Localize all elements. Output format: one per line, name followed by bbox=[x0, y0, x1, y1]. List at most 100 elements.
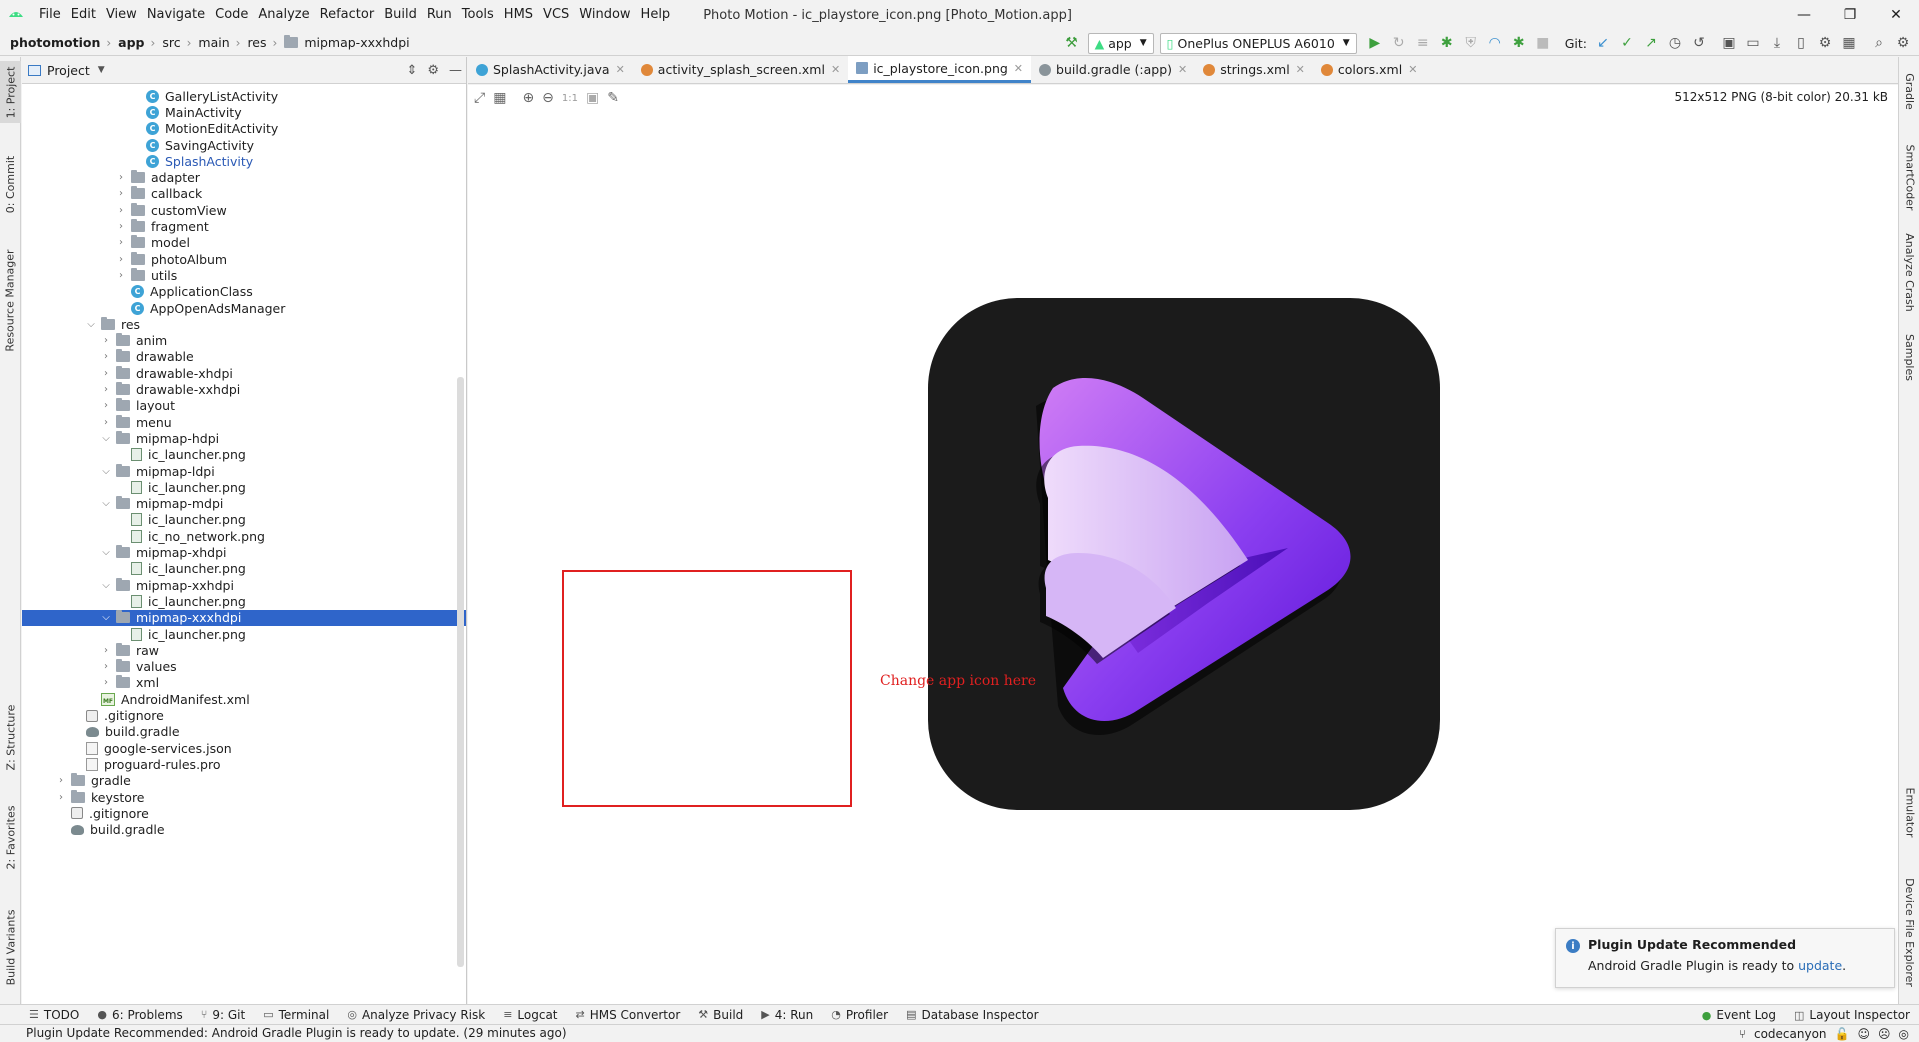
tree-item[interactable]: › menu bbox=[22, 414, 466, 430]
menu-file[interactable]: File bbox=[34, 0, 66, 30]
settings-icon[interactable]: ⚙ bbox=[427, 63, 439, 78]
tree-item[interactable]: ⌵ mipmap-hdpi bbox=[22, 428, 466, 448]
git-commit-icon[interactable]: ✓ bbox=[1615, 31, 1639, 55]
tree-item[interactable]: C ApplicationClass bbox=[22, 284, 466, 300]
tool-tab-resource-manager[interactable]: Resource Manager bbox=[0, 245, 21, 355]
breadcrumb-item[interactable]: main bbox=[194, 35, 232, 50]
editor-tab[interactable]: SplashActivity.java ✕ bbox=[468, 56, 633, 83]
sdk-manager-icon[interactable]: ⤓ bbox=[1765, 31, 1789, 55]
project-scrollbar[interactable] bbox=[457, 377, 464, 967]
menu-analyze[interactable]: Analyze bbox=[253, 0, 314, 30]
tool-tab-analyze-crash[interactable]: Analyze Crash bbox=[1899, 227, 1919, 317]
chevron-down-icon[interactable]: ⌵ bbox=[100, 494, 112, 514]
tool-window-button[interactable]: ≡ Logcat bbox=[494, 1008, 566, 1022]
tree-item[interactable]: ic_launcher.png bbox=[22, 626, 466, 642]
tree-item[interactable]: C SavingActivity bbox=[22, 137, 466, 153]
status-message[interactable]: Plugin Update Recommended: Android Gradl… bbox=[26, 1026, 567, 1040]
breadcrumb-item[interactable]: photomotion bbox=[6, 35, 103, 50]
tree-item[interactable]: C SplashActivity bbox=[22, 153, 466, 169]
tool-window-button[interactable]: ⑂ 9: Git bbox=[192, 1008, 254, 1022]
search-icon[interactable]: ⌕ bbox=[1867, 31, 1891, 55]
close-tab-icon[interactable]: ✕ bbox=[1408, 63, 1417, 76]
tree-item[interactable]: build.gradle bbox=[22, 724, 466, 740]
tree-item[interactable]: › drawable-xxhdpi bbox=[22, 381, 466, 397]
tree-item[interactable]: .gitignore bbox=[22, 805, 466, 821]
fit-window-icon[interactable]: ▣ bbox=[586, 90, 599, 106]
tree-item[interactable]: ⌵ res bbox=[22, 314, 466, 334]
tool-tab-commit[interactable]: 0: Commit bbox=[0, 149, 21, 219]
editor-tab[interactable]: colors.xml ✕ bbox=[1313, 56, 1426, 83]
tree-item[interactable]: › model bbox=[22, 235, 466, 251]
settings-icon[interactable]: ⚙ bbox=[1891, 31, 1915, 55]
tree-item[interactable]: › anim bbox=[22, 333, 466, 349]
tree-item[interactable]: › customView bbox=[22, 202, 466, 218]
close-tab-icon[interactable]: ✕ bbox=[616, 63, 625, 76]
zoom-out-icon[interactable]: ⊖ bbox=[542, 90, 554, 106]
maximize-icon[interactable]: ❐ bbox=[1827, 0, 1873, 30]
tool-window-button[interactable]: ☰ TODO bbox=[20, 1008, 88, 1022]
zoom-in-icon[interactable]: ⊕ bbox=[522, 90, 534, 106]
tree-item[interactable]: › fragment bbox=[22, 218, 466, 234]
attach-debugger-icon[interactable]: ✱ bbox=[1507, 31, 1531, 55]
tool-tab-gradle[interactable]: Gradle bbox=[1899, 61, 1919, 121]
profile-icon[interactable]: ◠ bbox=[1483, 31, 1507, 55]
menu-window[interactable]: Window bbox=[574, 0, 635, 30]
tree-item[interactable]: › values bbox=[22, 659, 466, 675]
menu-vcs[interactable]: VCS bbox=[538, 0, 574, 30]
tree-item[interactable]: ic_launcher.png bbox=[22, 447, 466, 463]
tool-tab-project[interactable]: 1: Project bbox=[0, 61, 21, 123]
inspection-icon[interactable]: ◎ bbox=[1899, 1027, 1909, 1041]
plugin-icon[interactable]: ⚙ bbox=[1813, 31, 1837, 55]
tree-item[interactable]: C MainActivity bbox=[22, 104, 466, 120]
chevron-down-icon[interactable]: ⌵ bbox=[85, 314, 97, 334]
menu-build[interactable]: Build bbox=[379, 0, 422, 30]
device-select[interactable]: ▯ OnePlus ONEPLUS A6010 ▼ bbox=[1159, 32, 1357, 54]
project-view-select[interactable]: Project bbox=[47, 63, 90, 78]
update-link[interactable]: update bbox=[1798, 958, 1842, 973]
tree-item[interactable]: build.gradle bbox=[22, 822, 466, 838]
menu-run[interactable]: Run bbox=[422, 0, 457, 30]
grid-icon[interactable]: ▦ bbox=[493, 90, 506, 106]
chevron-down-icon[interactable]: ▼ bbox=[98, 65, 105, 75]
close-tab-icon[interactable]: ✕ bbox=[831, 63, 840, 76]
stop-icon[interactable]: ■ bbox=[1531, 31, 1555, 55]
tool-window-button[interactable]: ⇄ HMS Convertor bbox=[567, 1008, 690, 1022]
close-tab-icon[interactable]: ✕ bbox=[1296, 63, 1305, 76]
breadcrumb-item[interactable]: res bbox=[243, 35, 269, 50]
color-picker-icon[interactable]: ✎ bbox=[607, 90, 619, 106]
tool-window-button[interactable]: ● Event Log bbox=[1693, 1008, 1785, 1022]
menu-navigate[interactable]: Navigate bbox=[142, 0, 210, 30]
chevron-down-icon[interactable]: ⌵ bbox=[100, 461, 112, 481]
menu-code[interactable]: Code bbox=[210, 0, 253, 30]
tool-window-button[interactable]: ● 6: Problems bbox=[88, 1008, 191, 1022]
tool-tab-device-file-explorer[interactable]: Device File Explorer bbox=[1899, 867, 1919, 997]
close-tab-icon[interactable]: ✕ bbox=[1178, 63, 1187, 76]
fit-zoom-icon[interactable]: ⤢ bbox=[474, 90, 485, 106]
tree-item[interactable]: MF AndroidManifest.xml bbox=[22, 691, 466, 707]
tree-item[interactable]: ⌵ mipmap-ldpi bbox=[22, 461, 466, 481]
close-icon[interactable]: ✕ bbox=[1873, 0, 1919, 30]
minimize-icon[interactable]: — bbox=[1781, 0, 1827, 30]
avd-manager-icon[interactable]: ▭ bbox=[1741, 31, 1765, 55]
collapse-all-icon[interactable]: ⇕ bbox=[406, 63, 417, 78]
tree-item[interactable]: › layout bbox=[22, 398, 466, 414]
tree-item[interactable]: ⌵ mipmap-xxhdpi bbox=[22, 577, 466, 593]
tool-window-button[interactable]: ▭ Terminal bbox=[254, 1008, 338, 1022]
menu-edit[interactable]: Edit bbox=[66, 0, 101, 30]
layout-icon[interactable]: ▦ bbox=[1837, 31, 1861, 55]
tree-item[interactable]: › callback bbox=[22, 186, 466, 202]
tree-item[interactable]: google-services.json bbox=[22, 740, 466, 756]
close-tab-icon[interactable]: ✕ bbox=[1014, 62, 1023, 75]
tree-item[interactable]: C GalleryListActivity bbox=[22, 88, 466, 104]
editor-tab[interactable]: strings.xml ✕ bbox=[1195, 56, 1313, 83]
chevron-right-icon[interactable]: › bbox=[100, 673, 112, 693]
tree-item[interactable]: ⌵ mipmap-xhdpi bbox=[22, 544, 466, 560]
tree-item[interactable]: ic_launcher.png bbox=[22, 479, 466, 495]
run-config-select[interactable]: ▲ app ▼ bbox=[1087, 32, 1154, 54]
menu-view[interactable]: View bbox=[101, 0, 142, 30]
tool-window-button[interactable]: ◫ Layout Inspector bbox=[1785, 1008, 1919, 1022]
tree-item[interactable]: ⌵ mipmap-mdpi bbox=[22, 494, 466, 514]
breadcrumb-item[interactable]: app bbox=[114, 35, 147, 50]
lock-icon[interactable]: 🔓 bbox=[1835, 1027, 1850, 1041]
chevron-down-icon[interactable]: ⌵ bbox=[100, 428, 112, 448]
